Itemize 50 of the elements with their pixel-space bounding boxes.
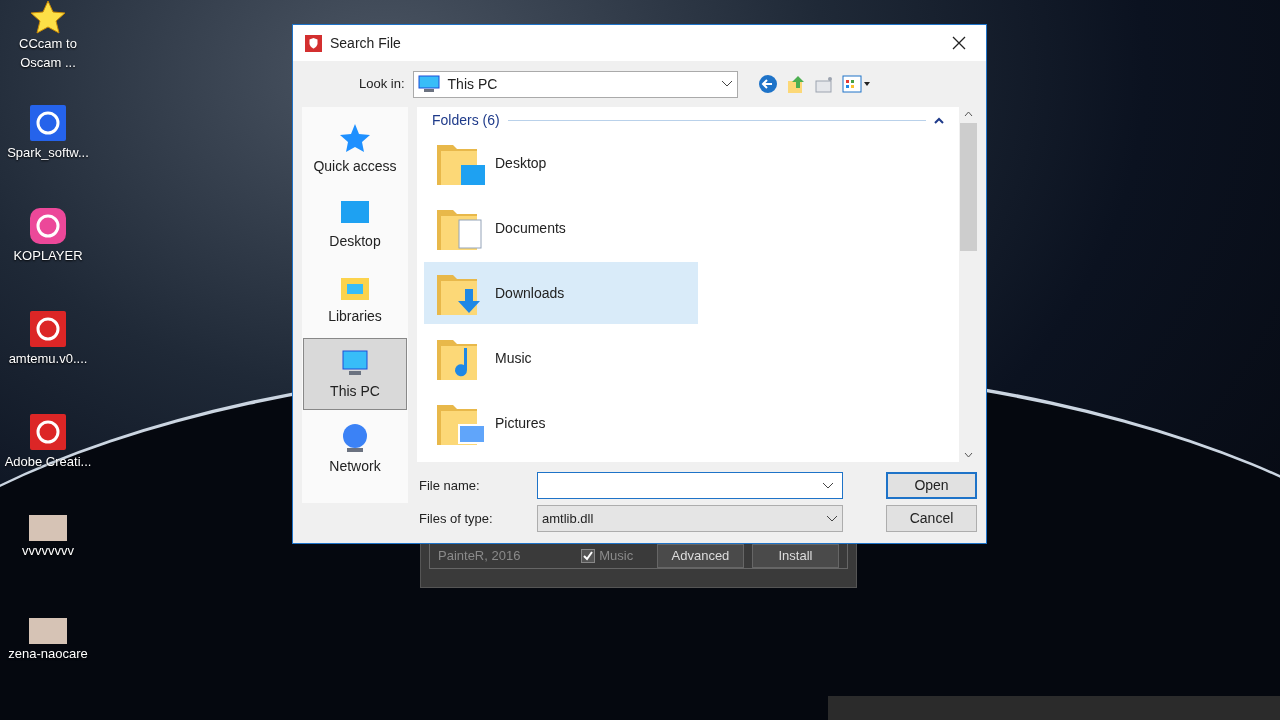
checkbox-label: Music (599, 546, 634, 565)
scroll-up-icon[interactable] (963, 111, 973, 117)
view-menu-icon[interactable] (841, 75, 872, 93)
places-item[interactable]: Libraries (303, 263, 407, 335)
folder-item[interactable]: Desktop (424, 132, 698, 194)
file-type-label: Files of type: (419, 509, 494, 528)
file-name-label: File name: (419, 476, 481, 495)
desktop-icon-label[interactable]: CCcam to Oscam ... (0, 34, 96, 72)
scroll-down-icon[interactable] (963, 452, 973, 458)
places-item[interactable]: Network (303, 413, 407, 485)
chevron-down-icon (720, 80, 733, 88)
look-in-value: This PC (447, 74, 499, 94)
file-type-dropdown[interactable]: amtlib.dll (537, 505, 843, 532)
folder-item[interactable]: Music (424, 327, 698, 389)
computer-icon (417, 75, 440, 93)
shield-icon (305, 34, 322, 52)
look-in-label: Look in: (359, 75, 405, 94)
desktop-icon-label[interactable]: Spark_softw... (0, 143, 96, 162)
chevron-down-icon (822, 481, 834, 490)
look-in-dropdown[interactable]: This PC (412, 70, 738, 98)
places-item[interactable]: Desktop (303, 188, 407, 260)
installer-button[interactable]: Advanced (656, 543, 744, 568)
dialog-button[interactable]: Cancel (886, 505, 977, 532)
close-icon (952, 36, 966, 50)
checkmark-icon (583, 550, 594, 561)
folder-item[interactable]: Documents (424, 197, 698, 259)
folder-item[interactable]: Pictures (424, 392, 698, 454)
app-icon (28, 412, 68, 452)
music-checkbox[interactable] (581, 548, 596, 563)
credit-text: PainteR, 2016 (438, 546, 522, 565)
folder-item[interactable]: Downloads (424, 262, 698, 324)
dialog-button[interactable]: Open (886, 472, 977, 499)
places-item[interactable]: Quick access (303, 113, 407, 185)
places-item[interactable]: This PC (303, 338, 407, 410)
file-name-field[interactable] (537, 472, 843, 499)
desktop-icon-label[interactable]: zena-naocare (0, 644, 96, 663)
app-icon (28, 309, 68, 349)
photo-placeholder (29, 618, 67, 644)
app-icon (28, 103, 68, 143)
desktop-icon-label[interactable]: amtemu.v0.... (0, 349, 96, 368)
desktop-icon-label[interactable]: KOPLAYER (0, 246, 96, 265)
star-icon (30, 0, 66, 34)
photo-placeholder (29, 515, 67, 541)
scroll-thumb[interactable] (959, 123, 977, 251)
installer-button[interactable]: Install (751, 543, 839, 568)
desktop-icon-label[interactable]: vvvvvvvv (0, 541, 96, 560)
chevron-down-icon (826, 514, 838, 523)
collapse-icon[interactable] (934, 116, 944, 124)
group-header[interactable]: Folders (6) (432, 109, 500, 131)
window-title: Search File (330, 33, 402, 53)
